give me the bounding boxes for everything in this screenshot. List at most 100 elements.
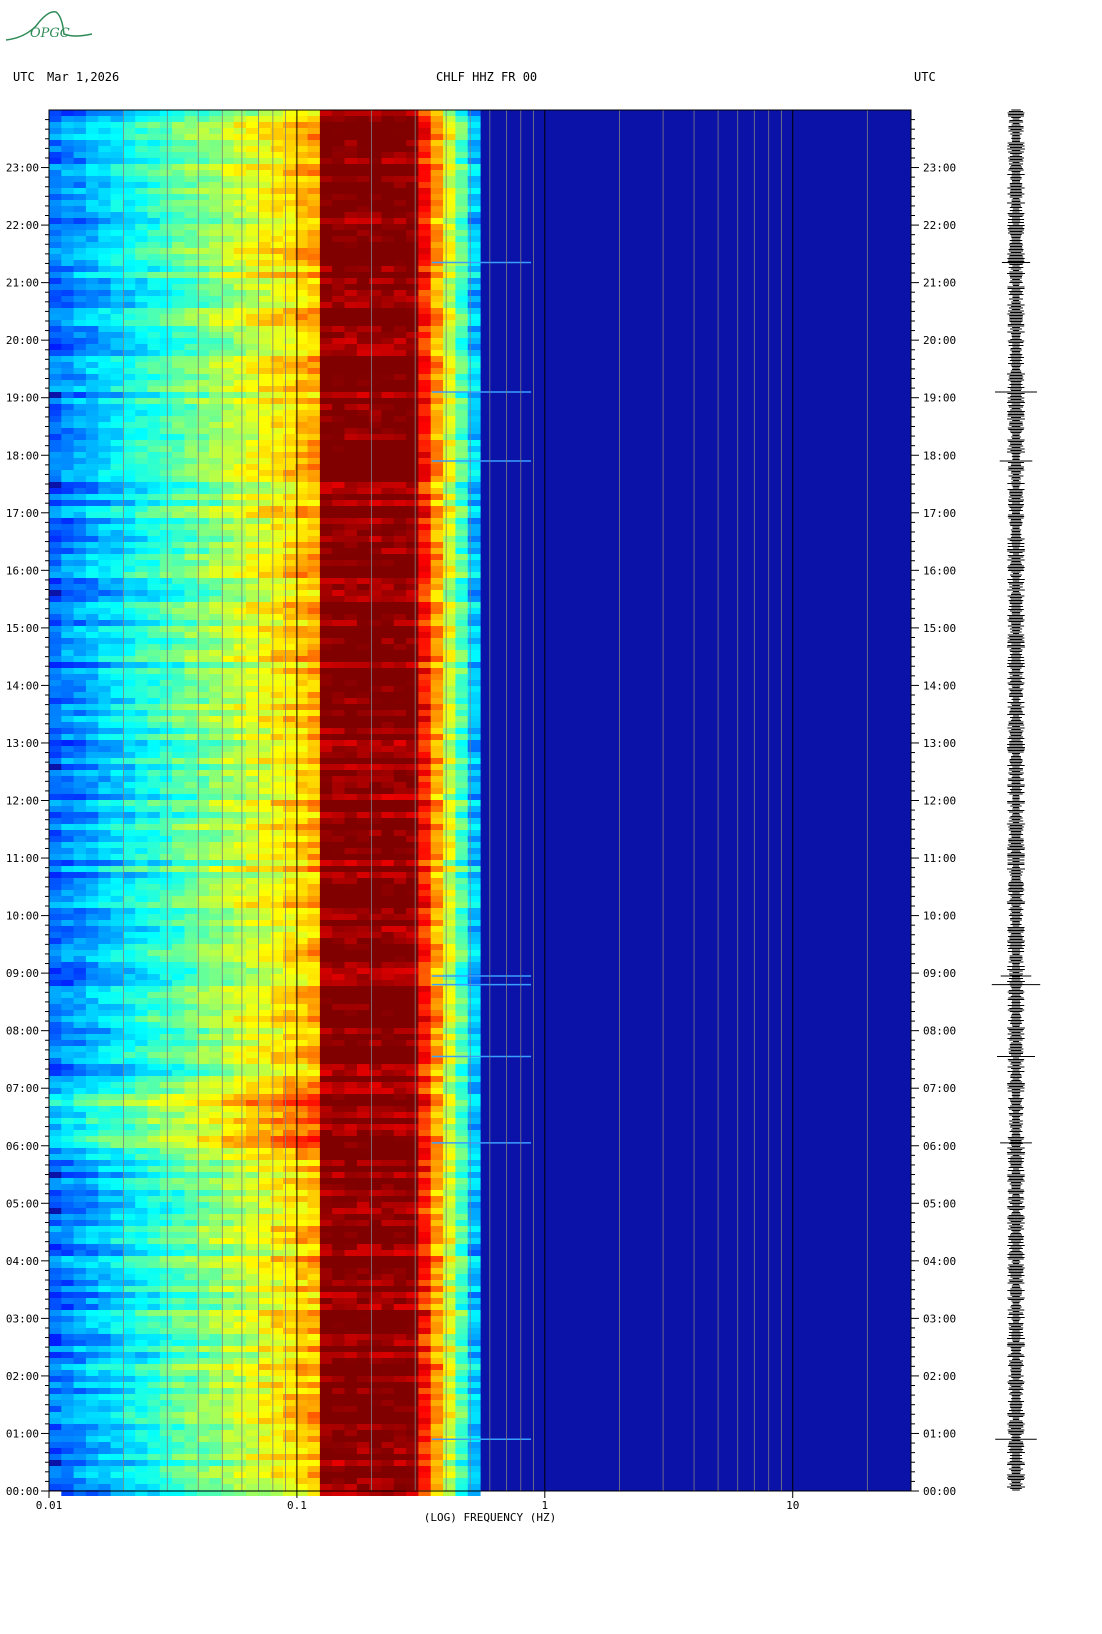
- spectrogram-cell: [85, 710, 99, 716]
- spectrogram-cell: [319, 452, 333, 458]
- spectrogram-cell: [393, 860, 407, 866]
- spectrogram-cell: [455, 932, 469, 938]
- spectrogram-cell: [430, 362, 444, 368]
- spectrogram-cell: [159, 452, 173, 458]
- spectrogram-cell: [159, 878, 173, 884]
- spectrogram-cell: [406, 956, 419, 962]
- spectrogram-cell: [356, 188, 370, 194]
- spectrogram-cell: [233, 956, 247, 962]
- spectrogram-cell: [258, 476, 272, 482]
- spectrogram-cell: [455, 224, 469, 230]
- spectrogram-cell: [209, 626, 222, 632]
- spectrogram-cell: [332, 584, 346, 590]
- spectrogram-cell: [85, 746, 99, 752]
- spectrogram-cell: [73, 848, 87, 854]
- spectrogram-cell: [135, 272, 149, 278]
- spectrogram-cell: [110, 206, 124, 212]
- spectrogram-cell: [172, 506, 185, 512]
- spectrogram-cell: [147, 428, 161, 434]
- spectrogram-cell: [443, 722, 456, 728]
- spectrogram-cell: [196, 194, 210, 200]
- spectrogram-cell: [184, 320, 198, 326]
- spectrogram-cell: [147, 788, 161, 794]
- spectrogram-cell: [381, 632, 395, 638]
- spectrogram-cell: [184, 332, 198, 338]
- spectrogram-cell: [307, 884, 321, 890]
- spectrogram-cell: [221, 428, 235, 434]
- spectrogram-cell: [110, 692, 124, 698]
- spectrogram-cell: [196, 290, 210, 296]
- spectrogram-cell: [98, 308, 112, 314]
- spectrogram-cell: [418, 368, 432, 374]
- spectrogram-cell: [430, 542, 444, 548]
- spectrogram-cell: [356, 296, 370, 302]
- spectrogram-cell: [49, 326, 62, 332]
- spectrogram-cell: [209, 572, 222, 578]
- spectrogram-cell: [172, 350, 185, 356]
- spectrogram-cell: [344, 140, 358, 146]
- spectrogram-cell: [147, 632, 161, 638]
- spectrogram-cell: [73, 770, 87, 776]
- spectrogram-cell: [443, 536, 456, 542]
- spectrogram-cell: [381, 374, 395, 380]
- spectrogram-cell: [135, 830, 149, 836]
- spectrogram-cell: [159, 794, 173, 800]
- spectrogram-cell: [122, 362, 136, 368]
- spectrogram-cell: [467, 530, 481, 536]
- spectrogram-cell: [455, 614, 469, 620]
- spectrogram-cell: [418, 410, 432, 416]
- spectrogram-cell: [307, 836, 321, 842]
- spectrogram-cell: [159, 362, 173, 368]
- spectrogram-cell: [467, 242, 481, 248]
- spectrogram-cell: [443, 932, 456, 938]
- spectrogram-cell: [344, 596, 358, 602]
- spectrogram-cell: [344, 578, 358, 584]
- spectrogram-cell: [196, 800, 210, 806]
- spectrogram-cell: [344, 542, 358, 548]
- spectrogram-cell: [418, 806, 432, 812]
- spectrogram-cell: [283, 296, 296, 302]
- spectrogram-cell: [406, 800, 419, 806]
- spectrogram-cell: [172, 422, 185, 428]
- spectrogram-cell: [233, 884, 247, 890]
- spectrogram-cell: [172, 932, 185, 938]
- spectrogram-cell: [406, 266, 419, 272]
- spectrogram-cell: [61, 302, 75, 308]
- spectrogram-cell: [73, 548, 87, 554]
- spectrogram-cell: [209, 860, 222, 866]
- spectrogram-cell: [221, 398, 235, 404]
- spectrogram-cell: [172, 554, 185, 560]
- spectrogram-cell: [393, 338, 407, 344]
- spectrogram-cell: [283, 350, 296, 356]
- spectrogram-cell: [73, 194, 87, 200]
- spectrogram-cell: [135, 188, 149, 194]
- spectrogram-cell: [209, 512, 222, 518]
- spectrogram-cell: [283, 716, 296, 722]
- spectrogram-cell: [332, 116, 346, 122]
- spectrogram-cell: [49, 620, 62, 626]
- spectrogram-cell: [49, 602, 62, 608]
- spectrogram-cell: [135, 230, 149, 236]
- spectrogram-cell: [73, 482, 87, 488]
- spectrogram-cell: [430, 188, 444, 194]
- spectrogram-cell: [381, 596, 395, 602]
- spectrogram-cell: [184, 110, 198, 116]
- spectrogram-cell: [344, 332, 358, 338]
- spectrogram-cell: [319, 326, 333, 332]
- spectrogram-cell: [233, 920, 247, 926]
- spectrogram-cell: [455, 776, 469, 782]
- spectrogram-cell: [172, 566, 185, 572]
- spectrogram-cell: [467, 344, 481, 350]
- spectrogram-cell: [73, 938, 87, 944]
- spectrogram-cell: [233, 914, 247, 920]
- spectrogram-cell: [184, 224, 198, 230]
- spectrogram-cell: [85, 776, 99, 782]
- spectrogram-cell: [61, 434, 75, 440]
- spectrogram-cell: [393, 788, 407, 794]
- spectrogram-cell: [61, 416, 75, 422]
- spectrogram-cell: [393, 110, 407, 116]
- spectrogram-cell: [184, 614, 198, 620]
- spectrogram-cell: [98, 254, 112, 260]
- spectrogram-cell: [196, 950, 210, 956]
- spectrogram-cell: [455, 242, 469, 248]
